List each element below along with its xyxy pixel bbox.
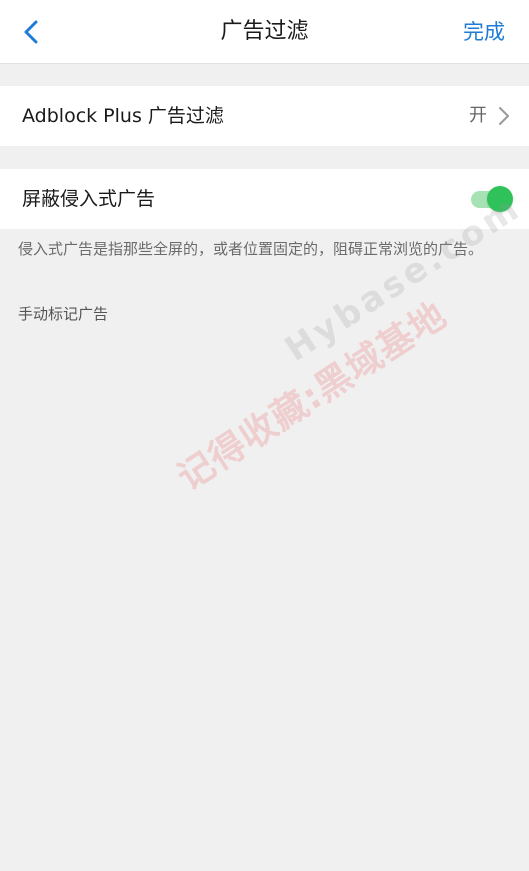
page-title: 广告过滤 [220,19,309,44]
chevron-left-icon [24,20,38,44]
watermark-text-cn: 记得收藏:黑域基地 [170,294,455,499]
manual-mark-ads-link[interactable]: 手动标记广告 [18,303,108,325]
block-intrusive-ads-toggle[interactable] [471,186,513,212]
navigation-bar: 广告过滤 完成 [0,0,529,64]
chevron-right-icon [499,107,509,125]
block-intrusive-ads-label: 屏蔽侵入式广告 [22,188,156,210]
intrusive-ads-description: 侵入式广告是指那些全屏的，或者位置固定的，阻碍正常浏览的广告。 [18,240,484,258]
done-button[interactable]: 完成 [463,0,505,64]
block-intrusive-ads-row: 屏蔽侵入式广告 [0,169,529,229]
adblock-plus-row[interactable]: Adblock Plus 广告过滤 开 [0,86,529,146]
toggle-thumb [487,186,513,212]
adblock-plus-status: 开 [469,105,487,126]
adblock-plus-label: Adblock Plus 广告过滤 [22,105,224,127]
back-button[interactable] [14,14,50,50]
